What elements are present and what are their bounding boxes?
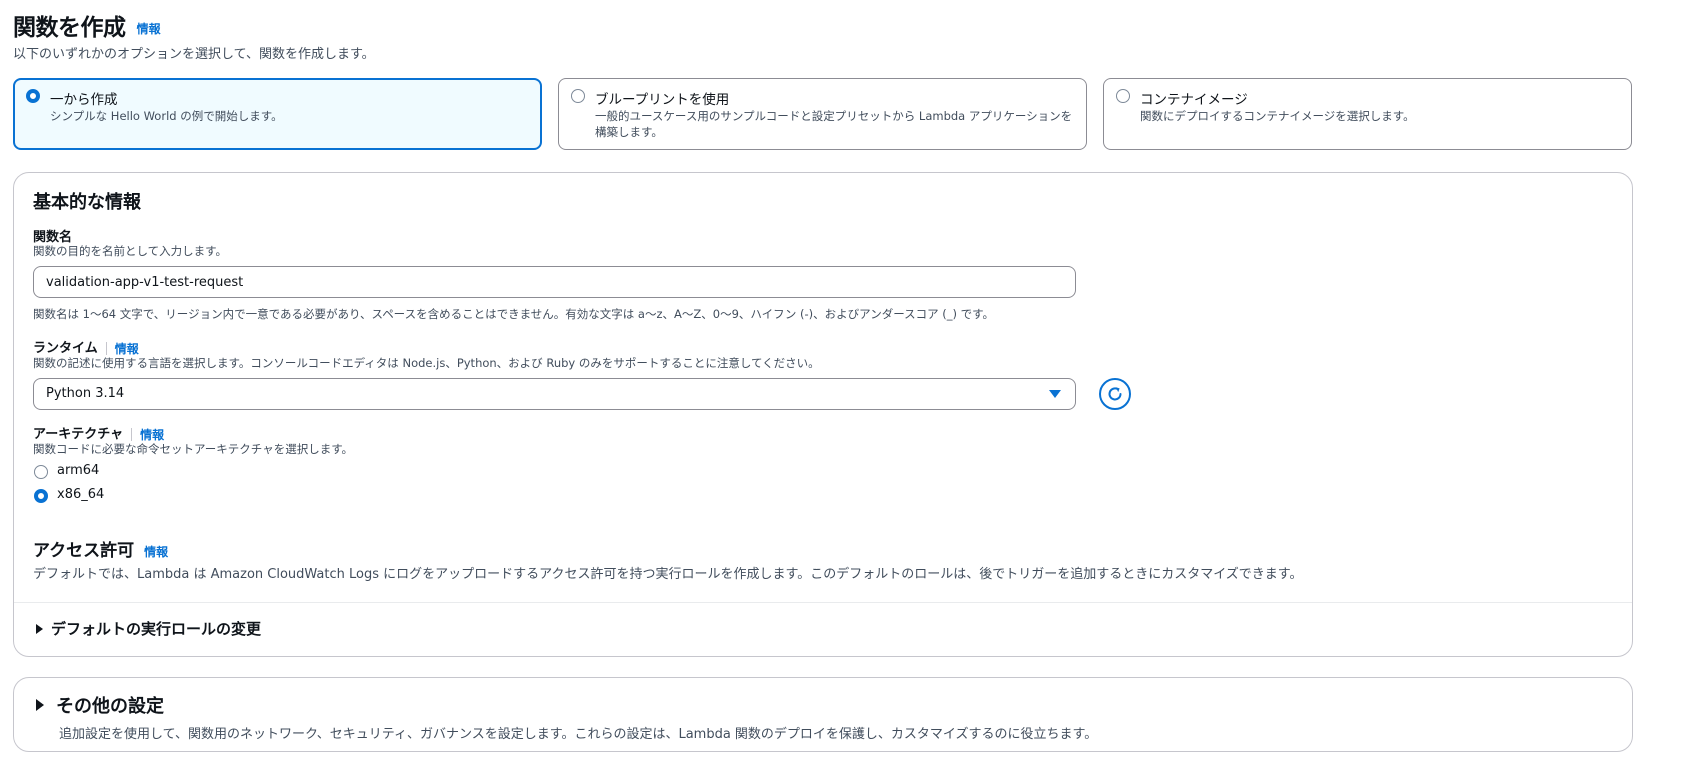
function-name-description: 関数の目的を名前として入力します。 (33, 244, 228, 258)
architecture-info-link[interactable]: 情報 (140, 428, 164, 442)
label-divider (105, 342, 107, 355)
x86-64-label: x86_64 (57, 487, 105, 502)
option-label: ブループリントを使用 (595, 92, 730, 108)
additional-settings-expander[interactable]: その他の設定 (36, 692, 164, 718)
runtime-selected-value: Python 3.14 (46, 386, 125, 401)
label-divider (131, 428, 133, 441)
radio-author-from-scratch[interactable] (26, 89, 40, 103)
radio-container-image[interactable] (1116, 89, 1130, 103)
function-name-input[interactable] (33, 266, 1076, 298)
permissions-heading-row: アクセス許可 情報 (33, 536, 168, 561)
change-execution-role-label: デフォルトの実行ロールの変更 (51, 620, 262, 638)
refresh-icon (1108, 387, 1122, 401)
basic-info-container: 基本的な情報 関数名 関数の目的を名前として入力します。 関数名は 1〜64 文… (13, 172, 1633, 657)
page-info-link[interactable]: 情報 (137, 22, 161, 36)
option-label: コンテナイメージ (1140, 92, 1248, 108)
page-description: 以下のいずれかのオプションを選択して、関数を作成します。 (13, 47, 375, 62)
basic-info-heading: 基本的な情報 (33, 192, 141, 213)
page-title: 関数を作成 (13, 15, 126, 41)
page-header: 関数を作成 情報 (13, 8, 161, 42)
runtime-info-link[interactable]: 情報 (115, 342, 139, 356)
caret-right-icon (36, 623, 43, 634)
option-description: シンプルな Hello World の例で開始します。 (50, 109, 283, 123)
runtime-select[interactable]: Python 3.14 (33, 378, 1076, 410)
change-execution-role-expander[interactable]: デフォルトの実行ロールの変更 (36, 618, 261, 639)
permissions-heading: アクセス許可 (33, 541, 135, 561)
option-tile-author-from-scratch[interactable]: 一から作成 シンプルな Hello World の例で開始します。 (13, 78, 542, 150)
additional-settings-description: 追加設定を使用して、関数用のネットワーク、セキュリティ、ガバナンスを設定します。… (59, 727, 1098, 742)
runtime-label-row: ランタイム 情報 (33, 337, 139, 357)
permissions-info-link[interactable]: 情報 (144, 545, 168, 559)
runtime-description: 関数の記述に使用する言語を選択します。コンソールコードエディタは Node.js… (33, 356, 820, 370)
function-name-constraint: 関数名は 1〜64 文字で、リージョン内で一意である必要があり、スペースを含める… (33, 307, 995, 321)
option-tile-use-blueprint[interactable]: ブループリントを使用 一般的ユースケース用のサンプルコードと設定プリセットから … (558, 78, 1087, 150)
radio-arm64[interactable] (34, 465, 48, 479)
option-description: 関数にデプロイするコンテナイメージを選択します。 (1140, 109, 1415, 123)
permissions-description: デフォルトでは、Lambda は Amazon CloudWatch Logs … (33, 567, 1303, 582)
caret-right-icon (36, 699, 44, 711)
option-tile-container-image[interactable]: コンテナイメージ 関数にデプロイするコンテナイメージを選択します。 (1103, 78, 1632, 150)
refresh-runtime-button[interactable] (1099, 378, 1131, 410)
section-divider (14, 602, 1632, 603)
caret-down-icon (1049, 390, 1061, 398)
architecture-label: アーキテクチャ (33, 427, 124, 442)
arm64-label: arm64 (57, 463, 100, 478)
creation-option-tiles: 一から作成 シンプルな Hello World の例で開始します。 ブループリン… (13, 78, 1633, 152)
runtime-label: ランタイム (33, 341, 98, 356)
additional-settings-container: その他の設定 追加設定を使用して、関数用のネットワーク、セキュリティ、ガバナンス… (13, 677, 1633, 752)
option-description: 一般的ユースケース用のサンプルコードと設定プリセットから Lambda アプリケ… (595, 109, 1073, 139)
option-label: 一から作成 (50, 92, 118, 108)
additional-settings-heading: その他の設定 (56, 696, 164, 717)
architecture-label-row: アーキテクチャ 情報 (33, 423, 164, 443)
radio-x86-64[interactable] (34, 489, 48, 503)
architecture-description: 関数コードに必要な命令セットアーキテクチャを選択します。 (33, 442, 354, 456)
radio-use-blueprint[interactable] (571, 89, 585, 103)
